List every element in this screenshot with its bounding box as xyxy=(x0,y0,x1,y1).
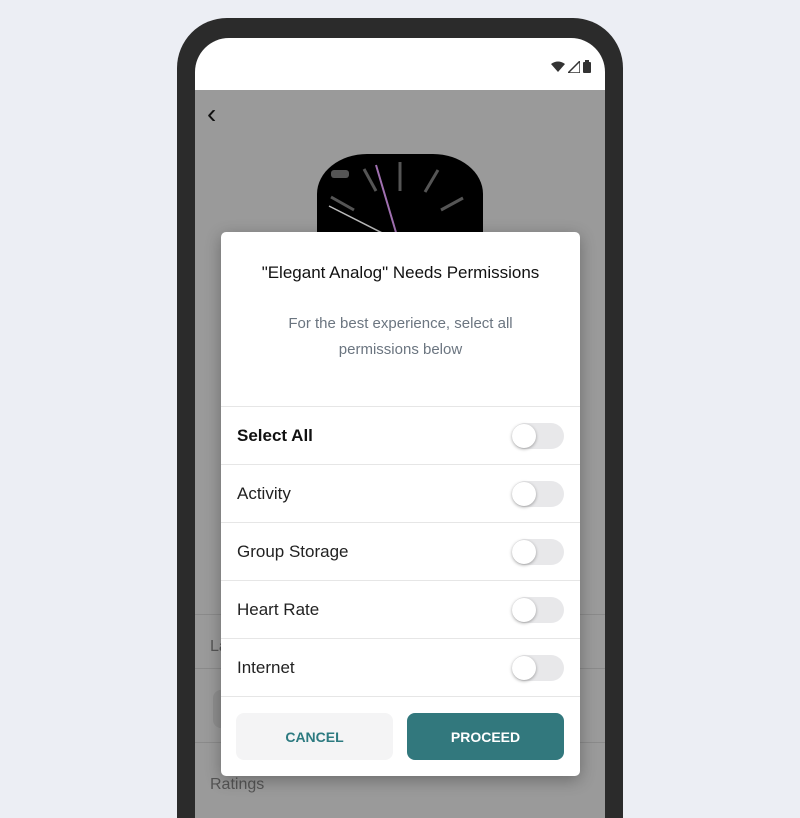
permission-row-select-all: Select All xyxy=(221,407,580,465)
dialog-title: "Elegant Analog" Needs Permissions xyxy=(261,263,540,282)
permission-label: Select All xyxy=(237,425,313,445)
permission-row-internet: Internet xyxy=(221,639,580,697)
permission-row-heart-rate: Heart Rate xyxy=(221,581,580,639)
dialog-subtitle: For the best experience, select all perm… xyxy=(288,315,513,358)
group-storage-toggle[interactable] xyxy=(512,538,564,565)
wifi-icon xyxy=(551,61,565,72)
cancel-button[interactable]: CANCEL xyxy=(236,713,393,760)
signal-icon xyxy=(568,60,580,73)
internet-toggle[interactable] xyxy=(512,654,564,681)
permission-label: Group Storage xyxy=(237,541,349,561)
permission-row-activity: Activity xyxy=(221,465,580,523)
permission-label: Internet xyxy=(237,657,295,677)
permission-list: Select All Activity Group Storage Heart … xyxy=(221,406,580,697)
back-chevron-icon[interactable]: ‹ xyxy=(207,98,216,130)
heart-rate-toggle[interactable] xyxy=(512,596,564,623)
permission-label: Heart Rate xyxy=(237,599,320,619)
proceed-button[interactable]: PROCEED xyxy=(407,713,564,760)
select-all-toggle[interactable] xyxy=(512,422,564,449)
permissions-dialog: "Elegant Analog" Needs Permissions For t… xyxy=(221,232,580,776)
battery-icon xyxy=(583,60,591,73)
permission-label: Activity xyxy=(237,483,291,503)
activity-toggle[interactable] xyxy=(512,480,564,507)
permission-row-group-storage: Group Storage xyxy=(221,523,580,581)
status-bar xyxy=(195,38,605,90)
ratings-label: Ratings xyxy=(210,776,265,793)
